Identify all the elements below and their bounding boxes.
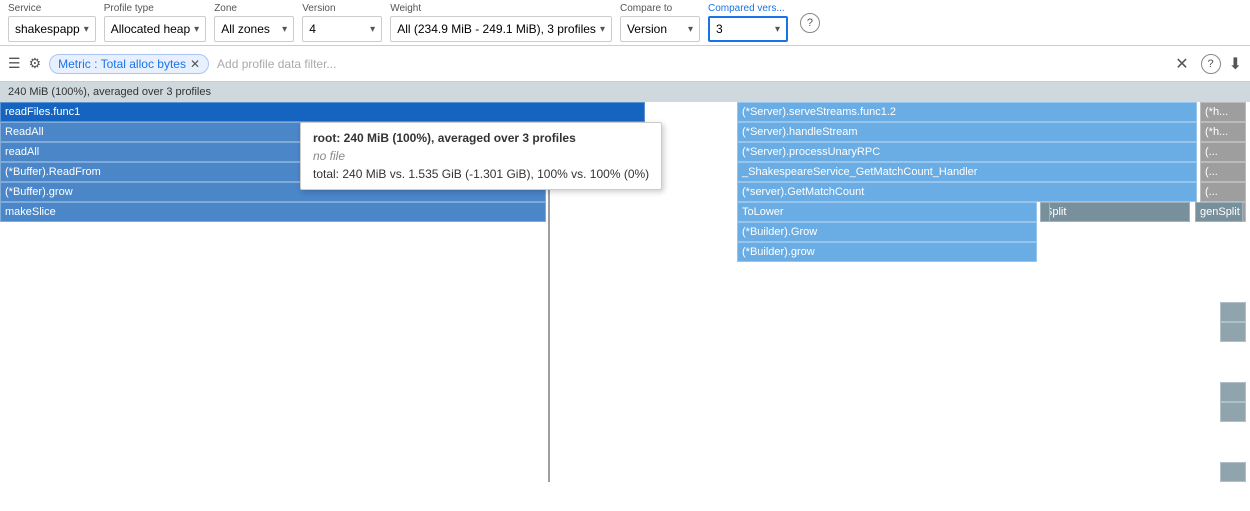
metric-chip-label: Metric : Total alloc bytes <box>58 57 186 71</box>
weight-label: Weight <box>390 3 612 14</box>
zone-select[interactable]: All zones ▾ <box>214 16 294 42</box>
metric-chip-close-icon[interactable]: ✕ <box>190 57 200 71</box>
version-select[interactable]: 4 ▾ <box>302 16 382 42</box>
flame-cell-right-gray-4 <box>1220 402 1246 422</box>
flame-cell-tolower[interactable]: ToLower <box>737 202 1037 222</box>
compared-version-select[interactable]: 3 ▾ <box>708 16 788 42</box>
toolbar-help-button[interactable]: ? <box>800 13 820 33</box>
service-label: Service <box>8 3 96 14</box>
flame-cell-handlestream[interactable]: (*Server).handleStream <box>737 122 1197 142</box>
flame-cell-gensplit[interactable] <box>1040 202 1050 222</box>
flame-cell-builder-grow[interactable]: (*Builder).Grow <box>737 222 1037 242</box>
compare-to-chevron-icon: ▾ <box>688 24 693 35</box>
profile-type-value: Allocated heap <box>111 22 190 36</box>
service-filter: Service shakespapp ▾ <box>8 3 96 42</box>
separator-line <box>548 182 550 482</box>
profile-type-filter: Profile type Allocated heap ▾ <box>104 3 206 42</box>
version-chevron-icon: ▾ <box>370 24 375 35</box>
flame-cell-getmatchcount[interactable]: (*server).GetMatchCount <box>737 182 1197 202</box>
flame-cell-makeslice[interactable]: makeSlice <box>0 202 546 222</box>
flame-cell-processunary-overflow[interactable]: (... <box>1200 142 1246 162</box>
compare-to-value: Version <box>627 22 667 36</box>
weight-select[interactable]: All (234.9 MiB - 249.1 MiB), 3 profiles … <box>390 16 612 42</box>
flame-cell-getmatchcount-overflow[interactable]: (... <box>1200 182 1246 202</box>
flame-cell-builder-grow2[interactable]: (*Builder).grow <box>737 242 1037 262</box>
summary-bar: 240 MiB (100%), averaged over 3 profiles <box>0 82 1250 102</box>
tooltip-file: no file <box>313 149 649 163</box>
flame-cell-readfiles[interactable]: readFiles.func1 <box>0 102 645 122</box>
version-filter: Version 4 ▾ <box>302 3 382 42</box>
metric-chip[interactable]: Metric : Total alloc bytes ✕ <box>49 54 209 74</box>
flame-container: readFiles.func1 ReadAll readAll (*Buffer… <box>0 102 1250 511</box>
weight-value: All (234.9 MiB - 249.1 MiB), 3 profiles <box>397 22 596 36</box>
filter-settings-icon[interactable]: ⚙ <box>29 55 42 72</box>
version-label: Version <box>302 3 382 14</box>
tooltip-total-value: 240 MiB vs. 1.535 GiB (-1.301 GiB), 100%… <box>342 167 649 181</box>
flame-cell-servestreams-overflow[interactable]: (*h... <box>1200 102 1246 122</box>
flame-cell-processunary[interactable]: (*Server).processUnaryRPC <box>737 142 1197 162</box>
tooltip-title: root: 240 MiB (100%), averaged over 3 pr… <box>313 131 649 145</box>
filter-bar-right: ✕ ? ⬇ <box>1175 54 1242 74</box>
filter-bar: ☰ ⚙ Metric : Total alloc bytes ✕ Add pro… <box>0 46 1250 82</box>
compared-version-filter: Compared vers... 3 ▾ <box>708 3 788 42</box>
compare-to-select[interactable]: Version ▾ <box>620 16 700 42</box>
toolbar: Service shakespapp ▾ Profile type Alloca… <box>0 0 1250 46</box>
service-select[interactable]: shakespapp ▾ <box>8 16 96 42</box>
profile-type-select[interactable]: Allocated heap ▾ <box>104 16 206 42</box>
compare-to-label: Compare to <box>620 3 700 14</box>
flame-cell-handlestream-overflow[interactable]: (*h... <box>1200 122 1246 142</box>
close-filters-button[interactable]: ✕ <box>1175 54 1188 74</box>
compared-version-label: Compared vers... <box>708 3 788 14</box>
weight-chevron-icon: ▾ <box>600 24 605 35</box>
zone-value: All zones <box>221 22 270 36</box>
profile-type-label: Profile type <box>104 3 206 14</box>
zone-filter: Zone All zones ▾ <box>214 3 294 42</box>
weight-filter: Weight All (234.9 MiB - 249.1 MiB), 3 pr… <box>390 3 612 42</box>
service-chevron-icon: ▾ <box>84 24 89 35</box>
profile-type-chevron-icon: ▾ <box>194 24 199 35</box>
zone-label: Zone <box>214 3 294 14</box>
zone-chevron-icon: ▾ <box>282 24 287 35</box>
flame-cell-right-gray-3 <box>1220 382 1246 402</box>
tooltip-total-label: total: <box>313 167 339 181</box>
menu-icon[interactable]: ☰ <box>8 55 21 72</box>
version-value: 4 <box>309 22 316 36</box>
flame-cell-shakespeare-handler-overflow[interactable]: (... <box>1200 162 1246 182</box>
tooltip-total: total: 240 MiB vs. 1.535 GiB (-1.301 GiB… <box>313 167 649 181</box>
compared-version-value: 3 <box>716 22 723 36</box>
filter-placeholder: Add profile data filter... <box>217 57 1167 71</box>
compared-version-chevron-icon: ▾ <box>775 24 780 35</box>
filter-help-button[interactable]: ? <box>1201 54 1221 74</box>
flame-cell-right-gray-2 <box>1220 322 1246 342</box>
flame-cell-right-gray-5 <box>1220 462 1246 482</box>
flame-cell-servestreams[interactable]: (*Server).serveStreams.func1.2 <box>737 102 1197 122</box>
flame-cell-gensplit2[interactable]: genSplit <box>1195 202 1243 222</box>
flame-cell-shakespeare-handler[interactable]: _ShakespeareService_GetMatchCount_Handle… <box>737 162 1197 182</box>
compare-to-filter: Compare to Version ▾ <box>620 3 700 42</box>
tooltip: root: 240 MiB (100%), averaged over 3 pr… <box>300 122 662 190</box>
service-value: shakespapp <box>15 22 80 36</box>
main-area: 240 MiB (100%), averaged over 3 profiles… <box>0 82 1250 511</box>
flame-cell-split[interactable]: Split <box>1040 202 1190 222</box>
download-button[interactable]: ⬇ <box>1229 54 1242 74</box>
summary-text: 240 MiB (100%), averaged over 3 profiles <box>8 86 211 98</box>
flame-cell-right-gray-1 <box>1220 302 1246 322</box>
